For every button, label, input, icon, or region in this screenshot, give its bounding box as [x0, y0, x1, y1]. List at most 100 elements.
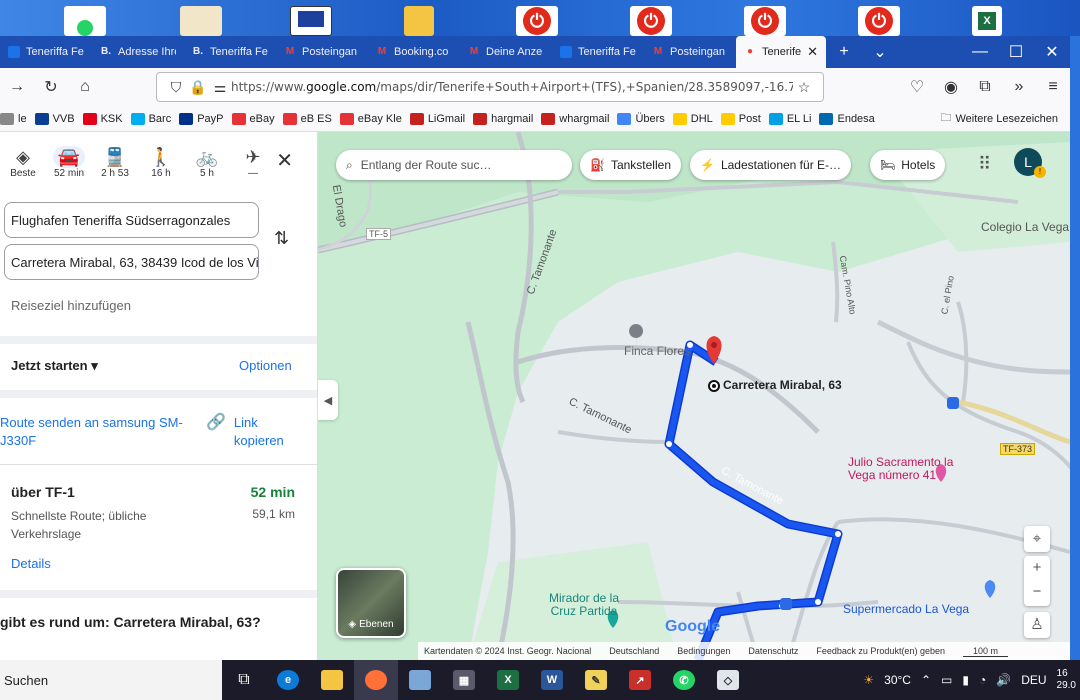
volume-icon[interactable]: 🔊 — [996, 673, 1011, 687]
mode-bike[interactable]: 🚲 5 h — [184, 146, 230, 190]
footer-privacy-link[interactable]: Datenschutz — [748, 646, 798, 656]
mode-best[interactable]: ◈ Beste — [0, 146, 46, 190]
destination-field[interactable]: Carretera Mirabal, 63, 38439 Icod de los… — [4, 244, 259, 280]
meet-icon[interactable]: ▭ — [941, 673, 952, 687]
mode-flight[interactable]: ✈ — — [230, 146, 276, 190]
reload-icon[interactable]: ↻ — [34, 77, 68, 97]
details-link[interactable]: Details — [11, 556, 51, 571]
tab-2[interactable]: B. Adresse Ihre — [92, 36, 184, 68]
desktop-icon-whatsapp[interactable] — [64, 6, 106, 36]
tab-4[interactable]: M Posteingan — [276, 36, 368, 68]
map-destination-label[interactable]: Carretera Mirabal, 63 — [723, 378, 842, 392]
battery-icon[interactable]: ▮ — [962, 673, 969, 687]
bookmark-item[interactable]: le — [0, 112, 35, 125]
layers-button[interactable]: ◈ Ebenen — [336, 568, 406, 638]
desktop-icon-computer[interactable] — [290, 6, 332, 36]
tab-5[interactable]: M Booking.co — [368, 36, 460, 68]
bookmark-item[interactable]: eBay Kle — [339, 112, 410, 125]
map-poi-colegio[interactable]: Colegio La Vega — [981, 220, 1069, 234]
tab-close-icon[interactable]: ✕ — [807, 44, 818, 60]
overflow-icon[interactable]: » — [1002, 78, 1036, 96]
temperature[interactable]: 30°C — [884, 673, 911, 687]
desktop-icon-shutdown-1[interactable]: ⏻ — [516, 6, 558, 36]
chip-tankstellen[interactable]: ⛽ Tankstellen — [580, 150, 681, 180]
calculator-icon[interactable]: ▦ — [442, 660, 486, 700]
minimize-icon[interactable]: — — [962, 43, 998, 61]
new-tab-button[interactable]: + — [826, 43, 862, 61]
bookmark-item[interactable]: eBay — [231, 112, 283, 125]
swap-icon[interactable]: ⇅ — [274, 228, 289, 249]
tab-6[interactable]: M Deine Anze — [460, 36, 552, 68]
origin-field[interactable]: Flughafen Teneriffa Südserragonzales — [4, 202, 259, 238]
bookmark-star-icon[interactable]: ☆ — [793, 79, 815, 96]
tab-1[interactable]: Teneriffa Fe — [0, 36, 92, 68]
file-explorer-icon[interactable] — [310, 660, 354, 700]
back-icon[interactable]: → — [0, 78, 34, 96]
close-window-icon[interactable]: ✕ — [1034, 42, 1070, 62]
route-search-input[interactable]: ⌕ Entlang der Route suc… — [336, 150, 572, 180]
bookmark-item[interactable]: Endesa — [819, 112, 882, 125]
footer-country[interactable]: Deutschland — [609, 646, 659, 656]
url-text[interactable]: https://www.google.com/maps/dir/Tenerife… — [231, 80, 793, 94]
bookmark-item[interactable]: whargmail — [541, 112, 617, 125]
notes-icon[interactable]: ✎ — [574, 660, 618, 700]
lock-icon[interactable]: 🔒 — [187, 79, 209, 96]
map-poi-supermercado[interactable]: Supermercado La Vega — [843, 602, 969, 616]
zoom-out-button[interactable]: − — [1024, 580, 1050, 604]
tab-8[interactable]: M Posteingan — [644, 36, 736, 68]
scale-bar[interactable]: 100 m — [962, 646, 1008, 657]
pdf-icon[interactable]: ↗ — [618, 660, 662, 700]
task-view-icon[interactable]: ⧉ — [222, 660, 266, 700]
bookmark-item[interactable]: hargmail — [473, 112, 541, 125]
tray-overflow-icon[interactable]: ⌃ — [921, 673, 931, 687]
copy-link-button[interactable]: 🔗 Link kopieren — [206, 414, 294, 450]
bookmark-item[interactable]: KSK — [82, 112, 131, 125]
desktop-icon-shutdown-3[interactable]: ⏻ — [744, 6, 786, 36]
language-indicator[interactable]: DEU — [1021, 673, 1046, 687]
word-icon[interactable]: W — [530, 660, 574, 700]
tab-7[interactable]: Teneriffa Ferien — [552, 36, 644, 68]
extensions-icon[interactable]: ⧉ — [968, 78, 1002, 96]
bookmark-item[interactable]: PayP — [179, 112, 231, 125]
weather-icon[interactable]: ☀ — [863, 673, 874, 687]
url-bar[interactable]: ⛉ 🔒 ⚌ https://www.google.com/maps/dir/Te… — [156, 72, 824, 102]
bookmark-item[interactable]: Post — [720, 112, 769, 125]
taskbar-search[interactable]: Suchen — [0, 660, 222, 700]
options-button[interactable]: Optionen — [239, 358, 292, 373]
zoom-in-button[interactable]: + — [1024, 556, 1050, 580]
desktop-icon-mail[interactable] — [180, 6, 222, 36]
send-route-link[interactable]: Route senden an samsung SM-J330F — [0, 414, 190, 450]
bookmark-item[interactable]: Barc — [130, 112, 180, 125]
edge-icon[interactable]: e — [266, 660, 310, 700]
add-destination-link[interactable]: Reiseziel hinzufügen — [11, 298, 131, 313]
tab-active-tenerife[interactable]: ● Tenerife ✕ — [736, 36, 826, 68]
footer-terms-link[interactable]: Bedingungen — [677, 646, 730, 656]
map-poi-finca-flores[interactable]: Finca Flores — [624, 344, 690, 358]
home-icon[interactable]: ⌂ — [68, 78, 102, 96]
whatsapp-icon[interactable]: ✆ — [662, 660, 706, 700]
network-icon[interactable]: ◔ — [979, 673, 986, 687]
route-name[interactable]: über TF-1 — [11, 484, 75, 500]
footer-feedback-link[interactable]: Feedback zu Produkt(en) geben — [816, 646, 945, 656]
desktop-icon-shutdown-4[interactable]: ⏻ — [858, 6, 900, 36]
pocket-icon[interactable]: ♡ — [900, 77, 934, 97]
desktop-icon-excel[interactable]: X — [972, 6, 1002, 36]
map-poi-mirador[interactable]: Mirador de la Cruz Partida — [544, 592, 624, 618]
menu-icon[interactable]: ≡ — [1036, 78, 1070, 96]
shield-icon[interactable]: ⛉ — [165, 79, 187, 96]
permissions-icon[interactable]: ⚌ — [209, 79, 231, 96]
tab-list-button[interactable]: ⌄ — [862, 42, 898, 62]
tab-3[interactable]: B. Teneriffa Fe — [184, 36, 276, 68]
bookmark-item[interactable]: EL Li — [768, 112, 820, 125]
excel-icon[interactable]: X — [486, 660, 530, 700]
desktop-icon-shutdown-2[interactable]: ⏻ — [630, 6, 672, 36]
chip-ladestationen[interactable]: ⚡ Ladestationen für E-… — [690, 150, 852, 180]
paint-icon[interactable] — [398, 660, 442, 700]
start-time-dropdown[interactable]: Jetzt starten ▾ — [11, 358, 98, 374]
my-location-button[interactable]: ⌖ — [1024, 526, 1050, 552]
bookmark-item[interactable]: eB ES — [282, 112, 340, 125]
bookmark-item[interactable]: DHL — [672, 112, 721, 125]
mode-walk[interactable]: 🚶 16 h — [138, 146, 184, 190]
desktop-icon-folder[interactable] — [404, 6, 434, 36]
bookmark-item[interactable]: VVB — [34, 112, 83, 125]
